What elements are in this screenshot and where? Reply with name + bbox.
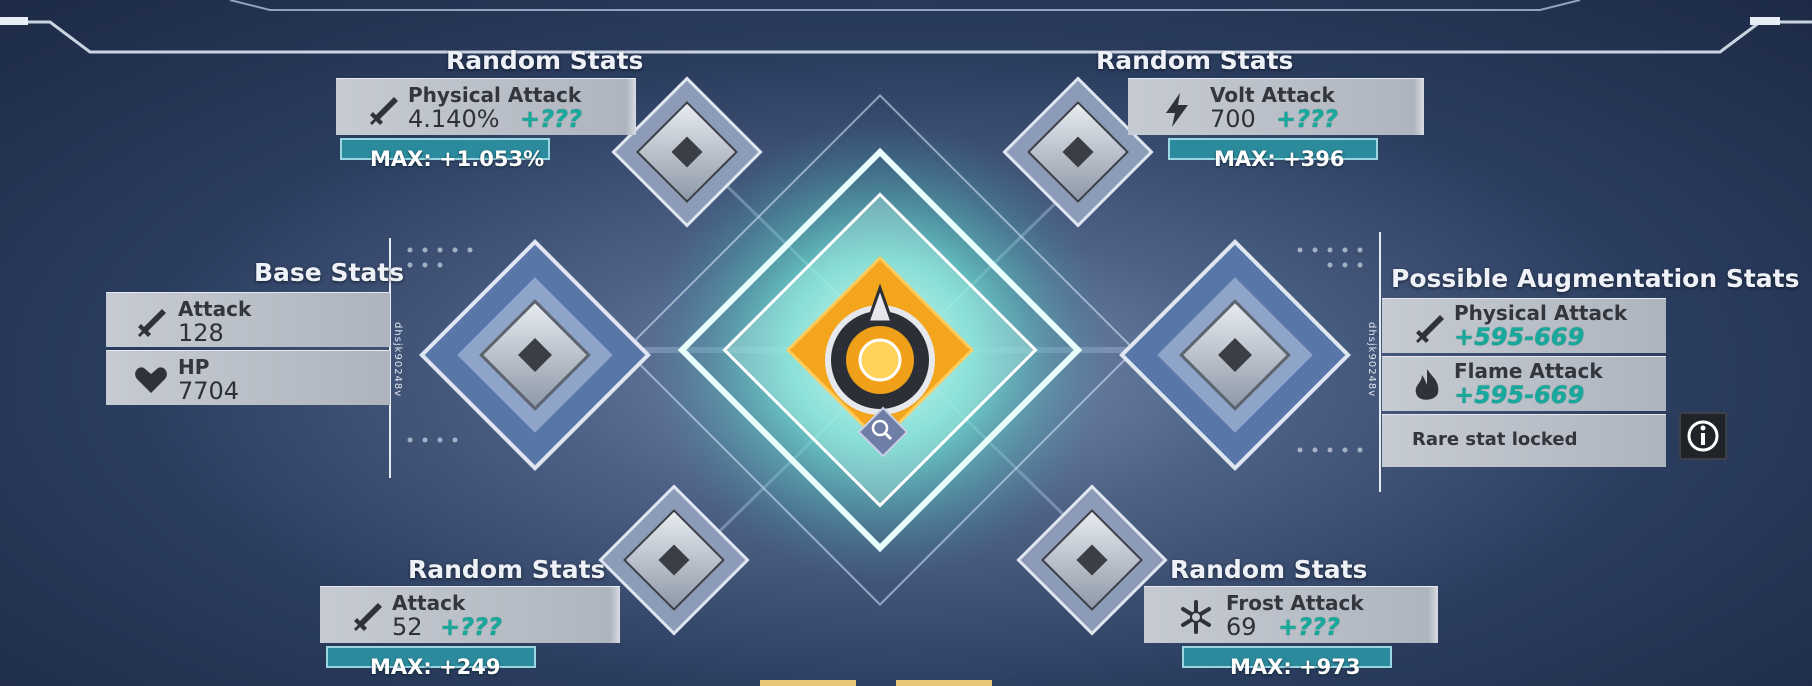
sword-icon [1416,315,1444,343]
top-left-max-label: MAX: +1.053% [370,147,545,171]
base-stat-value: 128 [178,319,224,347]
snowflake-icon [1181,600,1211,634]
top-left-stat-name: Physical Attack [408,83,582,107]
lightning-icon [1166,93,1188,127]
top-left-stat-value: 4.140% [408,105,500,133]
bottom-left-title: Random Stats [408,555,606,584]
top-right-stat-box: Volt Attack 700 +??? [1128,78,1424,135]
top-right-max-label: MAX: +396 [1214,147,1345,171]
top-left-stat-aug: +??? [520,105,582,133]
base-stat-row: HP 7704 [106,350,390,405]
heart-icon [135,367,167,393]
top-left-max-value: +1.053% [439,147,545,171]
base-stat-name: Attack [178,297,252,321]
bottom-left-stat-box: Attack 52 +??? [320,586,620,643]
bottom-left-stat-aug: +??? [440,613,502,641]
base-stat-name: HP [178,355,210,379]
base-stat-row: Attack 128 [106,292,390,347]
bottom-tab-left[interactable] [760,680,856,686]
augmentation-row: Flame Attack +595-669 [1382,356,1666,411]
flame-icon [1415,369,1439,400]
bottom-right-max-value: +973 [1299,655,1361,679]
bottom-right-stat-value: 69 [1226,613,1257,641]
side-code-right: dhsjk90248v [1366,322,1377,398]
augmentation-row: Physical Attack +595-669 [1382,298,1666,353]
augmentation-stat-value: +595-669 [1454,323,1585,351]
bottom-right-stat-box: Frost Attack 69 +??? [1144,586,1438,643]
bottom-right-title: Random Stats [1170,555,1368,584]
top-right-stat-aug: +??? [1276,105,1338,133]
bottom-right-stat-aug: +??? [1278,613,1340,641]
info-button[interactable] [1679,412,1727,460]
bottom-left-max-value: +249 [439,655,501,679]
top-left-title: Random Stats [446,46,644,75]
sword-icon [370,97,398,125]
info-icon [1687,420,1719,452]
top-right-max-value: +396 [1283,147,1345,171]
bottom-left-max-label: MAX: +249 [370,655,501,679]
top-right-stat-name: Volt Attack [1210,83,1335,107]
augmentation-stat-name: Physical Attack [1454,301,1628,325]
top-right-stat-value: 700 [1210,105,1256,133]
sword-icon [354,603,382,631]
top-right-title: Random Stats [1096,46,1294,75]
side-code-left: dhsjk90248v [392,322,403,398]
base-stat-value: 7704 [178,377,240,405]
rare-stat-locked-text: Rare stat locked [1412,429,1578,450]
bottom-tab-right[interactable] [896,680,992,686]
bottom-right-stat-name: Frost Attack [1226,591,1364,615]
base-stats-title: Base Stats [254,258,405,287]
bottom-right-max-label: MAX: +973 [1230,655,1361,679]
bottom-left-stat-name: Attack [392,591,466,615]
rare-stat-locked-row: Rare stat locked [1382,414,1666,467]
bottom-left-stat-value: 52 [392,613,423,641]
augmentation-stat-value: +595-669 [1454,381,1585,409]
top-left-stat-box: Physical Attack 4.140% +??? [336,78,636,135]
sword-icon [138,309,166,337]
augmentation-stat-name: Flame Attack [1454,359,1603,383]
augmentation-title: Possible Augmentation Stats [1391,264,1800,293]
